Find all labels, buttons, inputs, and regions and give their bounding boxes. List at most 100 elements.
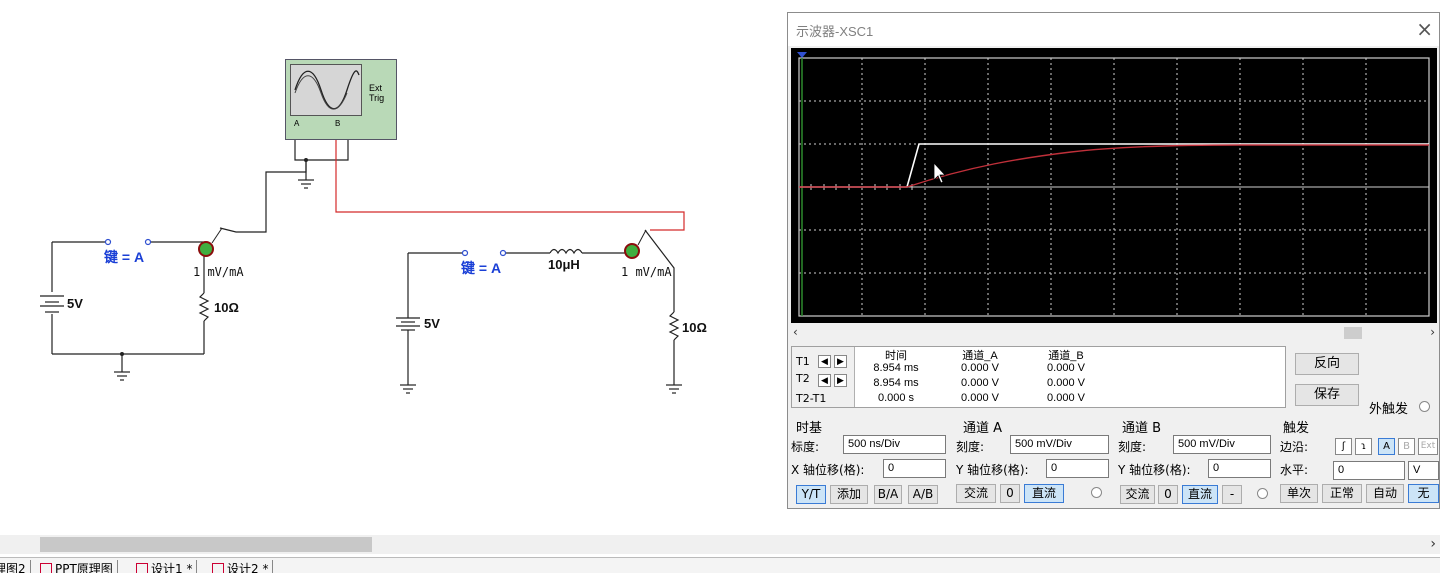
probe-label-2: 1 mV/mA [621,265,672,279]
ext-trigger-radio[interactable] [1419,401,1430,412]
trigger-edge-label: 边沿: [1280,440,1309,454]
t2-right-arrow-icon[interactable]: ▶ [834,374,847,387]
channel-a-title: 通道 A [963,421,1003,436]
scope-a-label: A [294,119,300,128]
canvas-horizontal-scrollbar[interactable]: › [0,535,1440,554]
x-position-label: X 轴位移(格): [791,463,865,477]
document-tab-bar: 理图2 PPT原理图 设计1 * 设计2 * [0,557,1440,573]
t2-channel-a: 0.000 V [961,377,999,389]
tab-label: 设计2 * [227,562,269,573]
channel-a-scale-field[interactable]: 500 mV/Div [1010,435,1109,454]
channel-b-radio[interactable] [1257,488,1268,499]
scroll-right-icon[interactable]: › [1430,536,1436,552]
x-position-field[interactable]: 0 [883,459,946,478]
trigger-level-field[interactable]: 0 [1333,461,1405,480]
mode-ab-button[interactable]: A/B [908,485,938,504]
t1-channel-b: 0.000 V [1047,362,1085,374]
trigger-b-button[interactable]: B [1398,438,1415,455]
t2-t1-channel-b: 0.000 V [1047,392,1085,404]
header-channel-a: 通道_A [962,350,998,362]
close-icon[interactable]: × [1416,17,1433,41]
scope-b-label: B [335,119,341,128]
scroll-left-icon[interactable]: ‹ [793,325,798,339]
timebase-title: 时基 [796,421,823,436]
ext-trigger-label: 外触发 [1369,402,1409,417]
tab-design-2[interactable]: 设计2 * [208,560,274,573]
oscilloscope-window: 示波器-XSC1 × ‹ › T1 ◀ ▶ T2 ◀ ▶ T2-T1 时间 通道… [787,12,1440,509]
switch-label-1: 键 = A [104,249,145,265]
probe-label-1: 1 mV/mA [193,265,244,279]
channel-b-ac-button[interactable]: 交流 [1120,485,1155,504]
save-button[interactable]: 保存 [1295,384,1359,406]
channel-b-scale-field[interactable]: 500 mV/Div [1173,435,1271,454]
row-label-t1: T1 [796,355,810,368]
t2-channel-b: 0.000 V [1047,377,1085,389]
channel-a-ypos-label: Y 轴位移(格): [956,463,1029,477]
window-title: 示波器-XSC1 [796,24,874,39]
trigger-a-button[interactable]: A [1378,438,1395,455]
readout-row-labels: T1 ◀ ▶ T2 ◀ ▶ T2-T1 [792,347,855,407]
scope-display[interactable] [791,48,1437,323]
channel-b-dc-button[interactable]: 直流 [1182,485,1218,504]
scroll-right-icon[interactable]: › [1430,325,1435,339]
tab-design-1[interactable]: 设计1 * [132,560,198,573]
trigger-none-button[interactable]: 无 [1408,484,1439,503]
trigger-single-button[interactable]: 单次 [1280,484,1318,503]
mode-ba-button[interactable]: B/A [874,485,902,504]
t1-left-arrow-icon[interactable]: ◀ [818,355,831,368]
mode-yt-button[interactable]: Y/T [796,485,826,504]
channel-b-ypos-label: Y 轴位移(格): [1118,463,1191,477]
header-channel-b: 通道_B [1048,350,1084,362]
title-bar[interactable]: 示波器-XSC1 × [788,13,1439,46]
mouse-cursor-icon [933,161,946,184]
oscilloscope-instrument-icon[interactable]: Ext Trig A B [285,59,397,140]
source-label-2: 5V [424,316,440,331]
channel-b-zero-button[interactable]: 0 [1158,485,1178,504]
tab-label: PPT原理图 [55,562,113,573]
scope-graph [797,52,1430,317]
trigger-auto-button[interactable]: 自动 [1366,484,1404,503]
switch-label-2: 键 = A [461,260,502,276]
channel-a-radio[interactable] [1091,487,1102,498]
resistor-label-2: 10Ω [682,320,707,335]
source-label-1: 5V [67,296,83,311]
t2-time: 8.954 ms [873,377,919,389]
resistor-label-1: 10Ω [214,300,239,315]
channel-b-ypos-field[interactable]: 0 [1208,459,1271,478]
mode-add-button[interactable]: 添加 [830,485,868,504]
scrollbar-thumb[interactable] [1344,327,1362,339]
reverse-button[interactable]: 反向 [1295,353,1359,375]
timebase-scale-field[interactable]: 500 ns/Div [843,435,946,454]
trigger-normal-button[interactable]: 正常 [1322,484,1362,503]
t2-left-arrow-icon[interactable]: ◀ [818,374,831,387]
trace-channel-a [799,143,1429,188]
row-label-t2: T2 [796,372,810,385]
trigger-title: 触发 [1283,421,1310,436]
t1-channel-a: 0.000 V [961,362,999,374]
channel-a-ypos-field[interactable]: 0 [1046,459,1109,478]
channel-a-zero-button[interactable]: 0 [1000,484,1020,503]
inductor-label: 10μH [548,257,580,272]
trigger-level-unit-select[interactable]: V [1408,461,1439,480]
t2-t1-channel-a: 0.000 V [961,392,999,404]
trigger-ext-button[interactable]: Ext [1418,438,1438,455]
rising-edge-icon[interactable]: ʃ [1335,438,1352,455]
channel-b-title: 通道 B [1122,421,1162,436]
timebase-scale-label: 标度: [791,440,820,454]
channel-a-dc-button[interactable]: 直流 [1024,484,1064,503]
trace-channel-b [799,144,1429,188]
canvas-scrollbar-thumb[interactable] [40,537,372,552]
cursor-readout-table: T1 ◀ ▶ T2 ◀ ▶ T2-T1 时间 通道_A 通道_B 8.954 m… [791,346,1286,408]
channel-b-scale-label: 刻度: [1118,440,1147,454]
t1-right-arrow-icon[interactable]: ▶ [834,355,847,368]
display-scrollbar[interactable]: ‹ › [791,325,1437,341]
oscilloscope-screen-icon [290,64,362,116]
channel-b-minus-button[interactable]: - [1222,485,1242,504]
falling-edge-icon[interactable]: ɿ [1355,438,1372,455]
channel-a-ac-button[interactable]: 交流 [956,484,996,503]
tab-schematic-2[interactable]: 理图2 [0,560,31,573]
tab-ppt-schematic[interactable]: PPT原理图 [36,560,118,573]
channel-a-scale-label: 刻度: [956,440,985,454]
tab-label: 设计1 * [151,562,193,573]
t2-t1-time: 0.000 s [877,392,915,404]
